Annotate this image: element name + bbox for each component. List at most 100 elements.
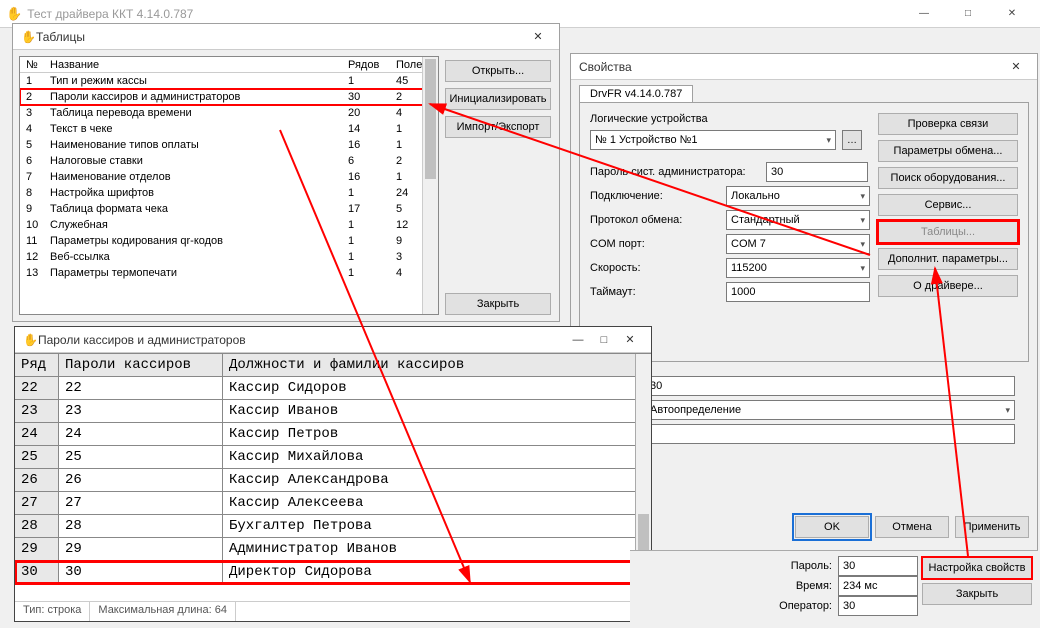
import-export-button[interactable]: Импорт/Экспорт — [445, 116, 551, 138]
table-row[interactable]: 2323Кассир Иванов — [15, 400, 651, 423]
footer-time-label: Время: — [766, 580, 832, 592]
footer-password-input[interactable]: 30 — [838, 556, 918, 576]
tab-drvfr[interactable]: DrvFR v4.14.0.787 — [579, 85, 693, 102]
chevron-down-icon: ▾ — [860, 191, 865, 202]
passwords-titlebar: ✋ Пароли кассиров и администраторов — □ … — [15, 327, 651, 353]
passwords-grid[interactable]: Ряд Пароли кассиров Должности и фамилии … — [15, 353, 651, 601]
col-rows: Рядов — [348, 57, 396, 72]
speed-select[interactable]: 115200 ▾ — [726, 258, 870, 278]
admin-pwd-input[interactable]: 30 — [766, 162, 868, 182]
passwords-maximize-button[interactable]: □ — [591, 334, 617, 346]
col-num: № — [22, 57, 50, 72]
table-row[interactable]: 9Таблица формата чека175 — [20, 201, 438, 217]
service-button[interactable]: Сервис... — [878, 194, 1018, 216]
chevron-down-icon: ▾ — [860, 215, 865, 226]
table-row[interactable]: 13Параметры термопечати14 — [20, 265, 438, 281]
speed-value: 115200 — [731, 262, 767, 274]
autodetect-value: Автоопределение — [650, 404, 741, 416]
com-value: COM 7 — [731, 238, 766, 250]
search-equipment-button[interactable]: Поиск оборудования... — [878, 167, 1018, 189]
table-row[interactable]: 1Тип и режим кассы145 — [20, 73, 438, 89]
tables-button[interactable]: Таблицы... — [878, 221, 1018, 243]
timeout-input[interactable]: 1000 — [726, 282, 870, 302]
extra-params-button[interactable]: Дополнит. параметры... — [878, 248, 1018, 270]
tables-scrollbar[interactable] — [422, 57, 438, 314]
chevron-down-icon: ▾ — [860, 239, 865, 250]
minimize-button[interactable]: — — [902, 0, 946, 28]
properties-close-button[interactable]: ✕ — [1003, 60, 1029, 73]
open-button[interactable]: Открыть... — [445, 60, 551, 82]
table-row[interactable]: 6Налоговые ставки62 — [20, 153, 438, 169]
footer-password-label: Пароль: — [766, 560, 832, 572]
logical-device-browse-button[interactable]: … — [842, 130, 862, 150]
chevron-down-icon: ▾ — [826, 135, 831, 146]
tables-grid[interactable]: № Название Рядов Полей 1Тип и режим касс… — [19, 56, 439, 315]
properties-title: Свойства — [579, 60, 1003, 74]
protocol-value: Стандартный — [731, 214, 800, 226]
window-icon: ✋ — [23, 333, 38, 347]
close-tables-button[interactable]: Закрыть — [445, 293, 551, 315]
protocol-select[interactable]: Стандартный ▾ — [726, 210, 870, 230]
chevron-down-icon: ▾ — [860, 263, 865, 274]
passwords-title: Пароли кассиров и администраторов — [38, 333, 565, 347]
app-icon: ✋ — [6, 6, 22, 22]
table-row[interactable]: 2424Кассир Петров — [15, 423, 651, 446]
table-row[interactable]: 3030Директор Сидорова — [15, 561, 651, 584]
check-connection-button[interactable]: Проверка связи — [878, 113, 1018, 135]
admin-pwd-label: Пароль сист. администратора: — [590, 166, 760, 178]
maximize-button[interactable]: □ — [946, 0, 990, 28]
footer-close-button[interactable]: Закрыть — [922, 583, 1032, 605]
lower-ki-input[interactable] — [645, 424, 1015, 444]
settings-button[interactable]: Настройка свойств — [922, 557, 1032, 579]
close-button[interactable]: ✕ — [990, 0, 1034, 28]
table-row[interactable]: 2828Бухгалтер Петрова — [15, 515, 651, 538]
cancel-button[interactable]: Отмена — [875, 516, 949, 538]
autodetect-select[interactable]: Автоопределение▾ — [645, 400, 1015, 420]
table-row[interactable]: 3Таблица перевода времени204 — [20, 105, 438, 121]
table-row[interactable]: 10Служебная112 — [20, 217, 438, 233]
protocol-label: Протокол обмена: — [590, 214, 720, 226]
apply-button[interactable]: Применить — [955, 516, 1029, 538]
tables-title: Таблицы — [36, 30, 525, 44]
properties-titlebar: Свойства ✕ — [571, 54, 1037, 80]
lower-field1-input[interactable]: 30 — [645, 376, 1015, 396]
connection-label: Подключение: — [590, 190, 720, 202]
table-row[interactable]: 2626Кассир Александрова — [15, 469, 651, 492]
passwords-statusbar: Тип: строка Максимальная длина: 64 — [15, 601, 651, 621]
timeout-label: Таймаут: — [590, 286, 720, 298]
table-row[interactable]: 5Наименование типов оплаты161 — [20, 137, 438, 153]
connection-value: Локально — [731, 190, 780, 202]
logical-device-select[interactable]: № 1 Устройство №1 ▾ — [590, 130, 836, 150]
passwords-minimize-button[interactable]: — — [565, 334, 591, 346]
pw-col-pw: Пароли кассиров — [59, 354, 223, 377]
com-label: COM порт: — [590, 238, 720, 250]
table-row[interactable]: 11Параметры кодирования qr-кодов19 — [20, 233, 438, 249]
footer-operator-label: Оператор: — [766, 600, 832, 612]
pw-col-pos: Должности и фамилии кассиров — [223, 354, 651, 377]
status-type: Тип: строка — [15, 602, 90, 621]
passwords-close-button[interactable]: ✕ — [617, 333, 643, 346]
table-row[interactable]: 12Веб-ссылка13 — [20, 249, 438, 265]
footer-area: Пароль: 30 Время: 234 мс Оператор: 30 На… — [630, 550, 1038, 626]
tables-close-button[interactable]: ✕ — [525, 30, 551, 43]
footer-time-value: 234 мс — [838, 576, 918, 596]
table-row[interactable]: 2222Кассир Сидоров — [15, 377, 651, 400]
tab-page: Логические устройства № 1 Устройство №1 … — [579, 102, 1029, 362]
table-row[interactable]: 2727Кассир Алексеева — [15, 492, 651, 515]
exchange-params-button[interactable]: Параметры обмена... — [878, 140, 1018, 162]
initialize-button[interactable]: Инициализировать — [445, 88, 551, 110]
com-select[interactable]: COM 7 ▾ — [726, 234, 870, 254]
ok-button[interactable]: OK — [795, 516, 869, 538]
table-row[interactable]: 8Настройка шрифтов124 — [20, 185, 438, 201]
status-maxlen: Максимальная длина: 64 — [90, 602, 236, 621]
connection-select[interactable]: Локально ▾ — [726, 186, 870, 206]
table-row[interactable]: 7Наименование отделов161 — [20, 169, 438, 185]
footer-operator-value: 30 — [838, 596, 918, 616]
table-row[interactable]: 2929Администратор Иванов — [15, 538, 651, 561]
table-row[interactable]: 2525Кассир Михайлова — [15, 446, 651, 469]
table-row[interactable]: 4Текст в чеке141 — [20, 121, 438, 137]
table-row[interactable]: 2Пароли кассиров и администраторов302 — [20, 89, 438, 105]
col-name: Название — [50, 57, 348, 72]
main-window-title: Тест драйвера ККТ 4.14.0.787 — [27, 7, 902, 21]
about-driver-button[interactable]: О драйвере... — [878, 275, 1018, 297]
